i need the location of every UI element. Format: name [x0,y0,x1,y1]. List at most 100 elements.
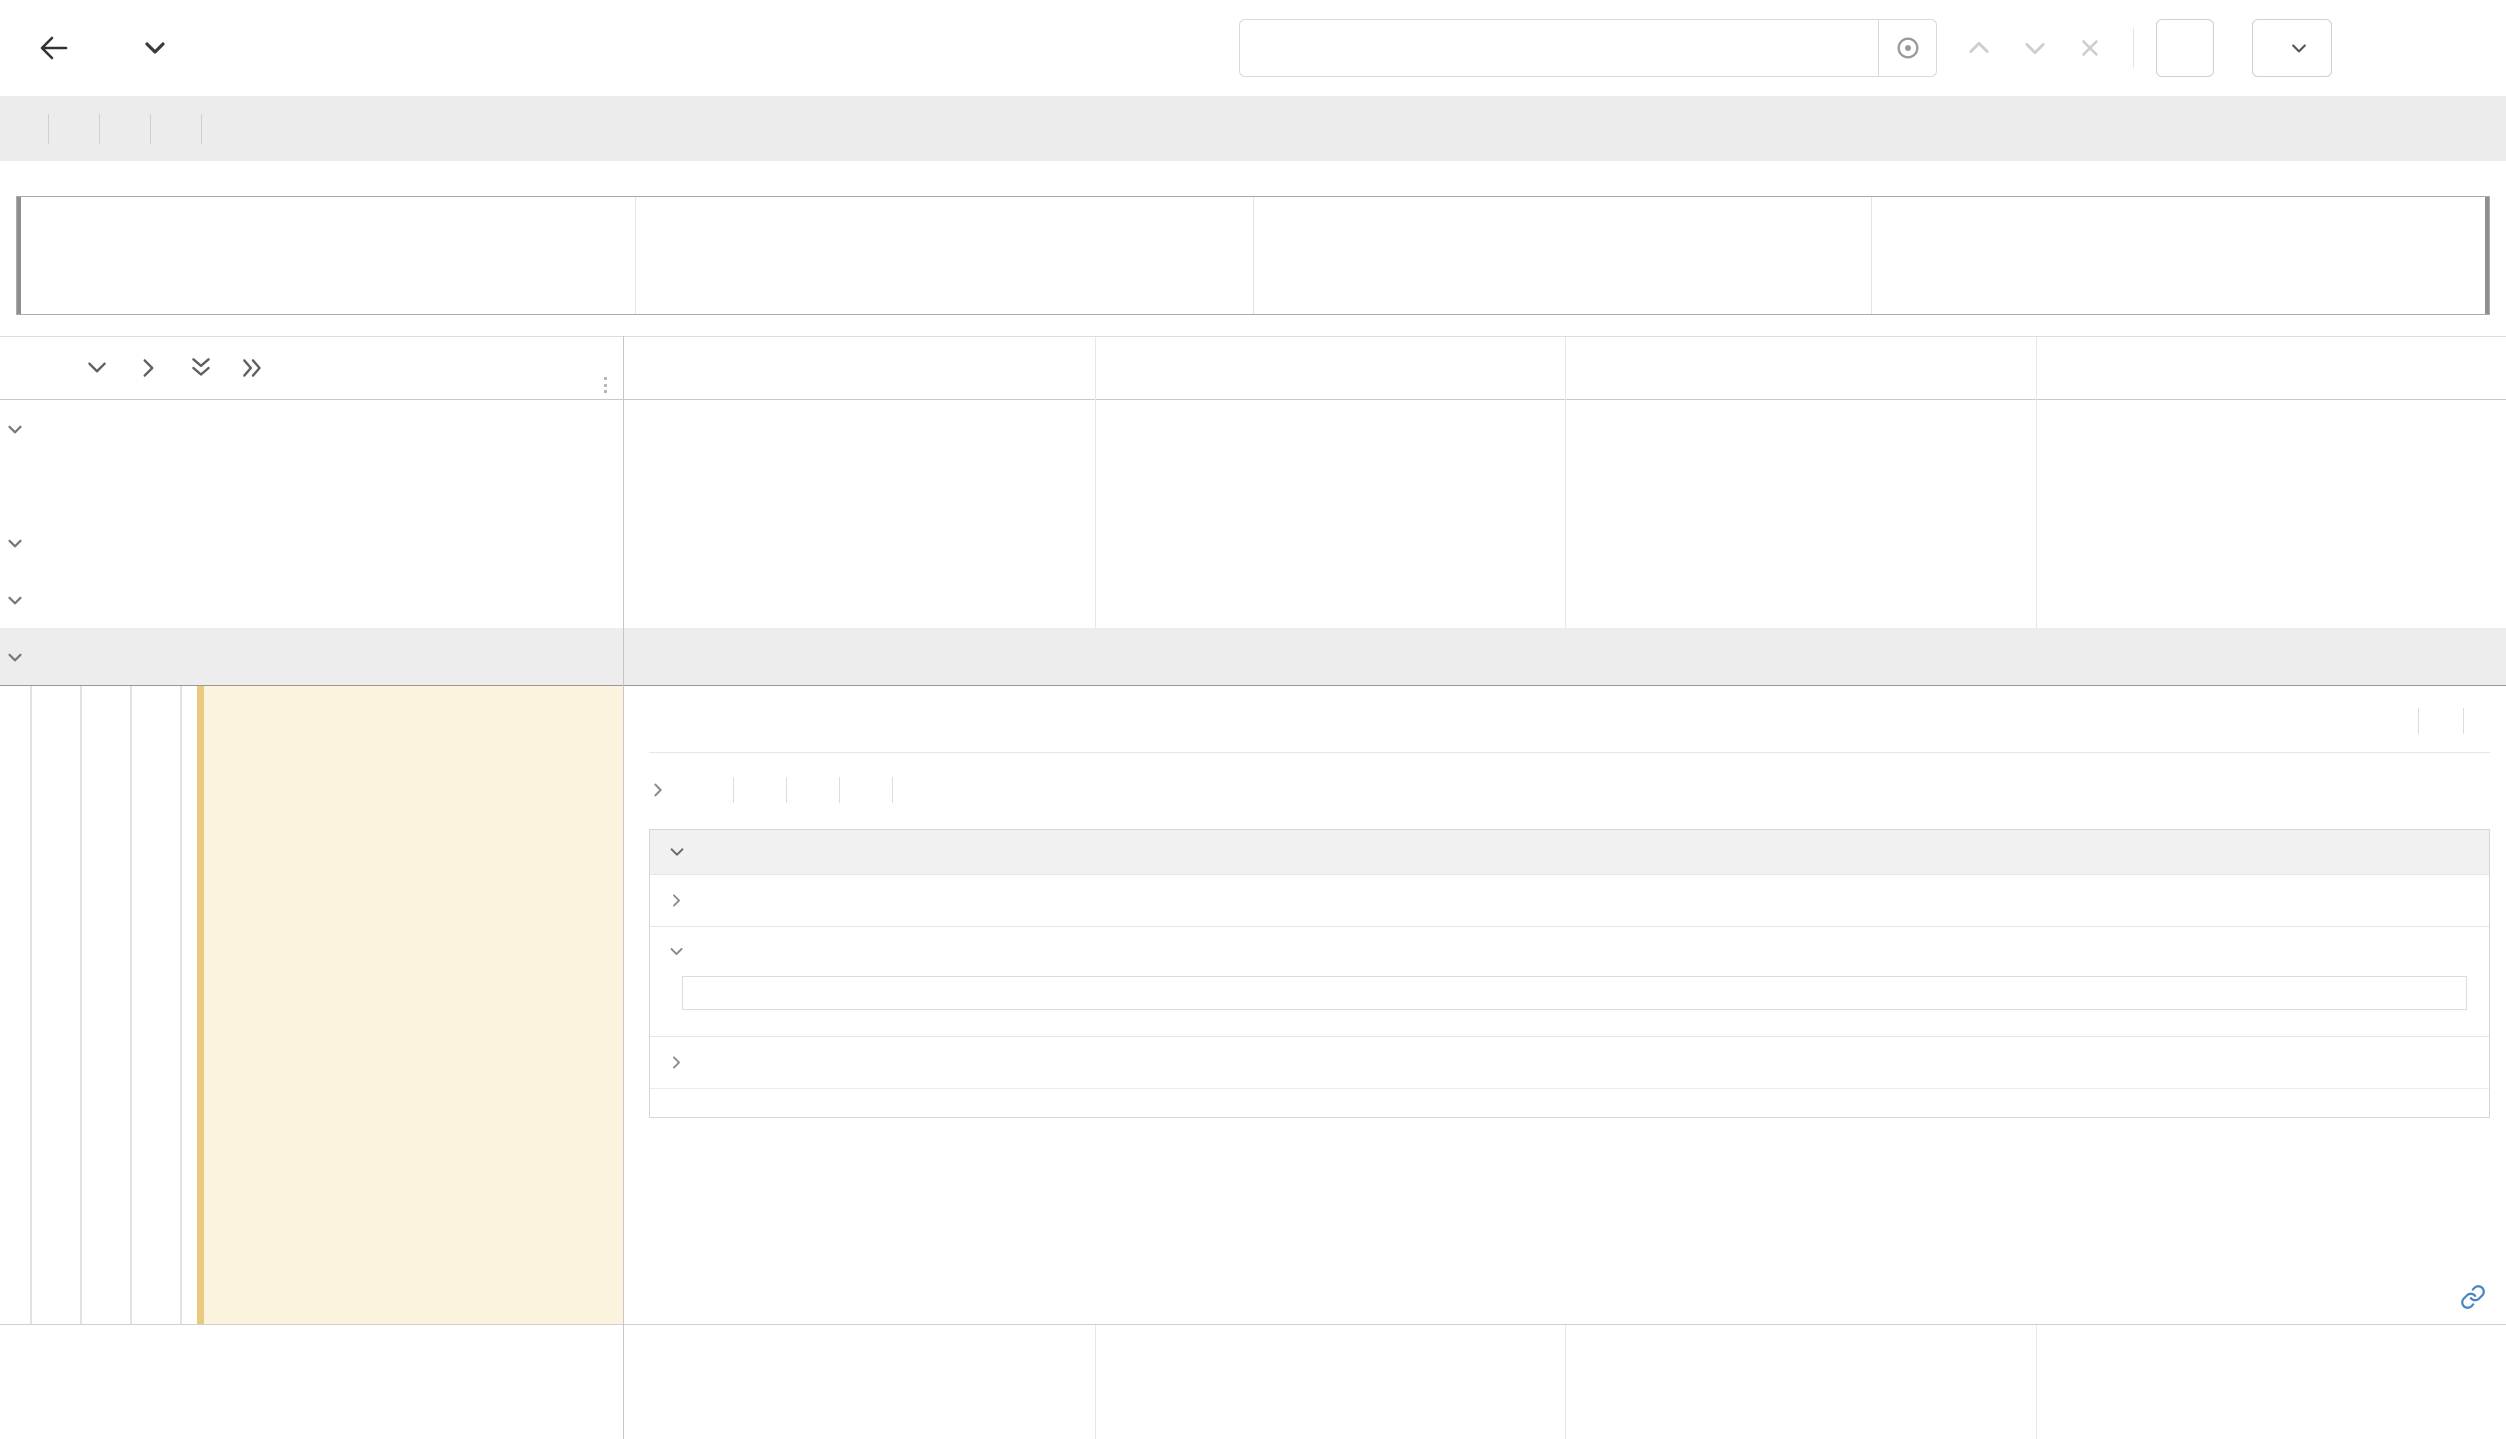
logs-section [649,829,2490,1118]
expand-all-icon[interactable] [240,355,266,381]
link-icon[interactable] [2460,1284,2486,1310]
span-tree-item[interactable] [0,400,623,457]
log-entry-expanded [650,926,2489,1036]
tag-item [911,777,927,803]
back-button[interactable] [28,22,80,74]
top-bar [0,0,2506,96]
tag-item [699,777,715,803]
logs-toggle[interactable] [650,830,2489,874]
span-row[interactable] [0,571,2506,628]
log-entry[interactable] [650,1036,2489,1088]
indent-guide [30,686,32,1324]
span-row-selected[interactable] [0,628,2506,685]
chevron-down-icon[interactable] [0,418,30,440]
service-color-swatch [30,416,37,442]
panel-resize-grip[interactable] [604,377,607,393]
find-match-icon[interactable] [1879,19,1937,77]
span-color-stripe [197,686,204,1324]
expand-one-icon[interactable] [136,355,162,381]
service-color-swatch [30,530,37,556]
minimap-scrubber-left[interactable] [17,197,21,314]
divider [839,777,840,803]
find-clear-icon[interactable] [2077,35,2103,61]
tag-item [805,777,821,803]
span-tree-item[interactable] [0,1325,623,1382]
chevron-right-icon [668,892,685,909]
span-track[interactable] [625,514,2506,571]
divider [733,777,734,803]
span-track[interactable] [625,400,2506,457]
minimap-canvas[interactable] [16,196,2490,315]
find-cluster [1239,0,2332,96]
minimap-gridline [1871,197,1872,314]
keyboard-shortcuts-button[interactable] [2156,19,2214,77]
minimap-gridline [1253,197,1254,314]
span-rows [0,400,2506,1439]
tag-item [752,777,768,803]
minimap-scrubber-right[interactable] [2485,197,2489,314]
indent-guide [180,686,182,1324]
span-detail-card [625,686,2506,1324]
span-highlight-fill [204,686,623,1324]
span-tree-item[interactable] [0,457,623,514]
chevron-right-icon [649,781,667,799]
minimap-axis [0,163,2506,196]
arrow-left-icon [36,30,72,66]
span-tree-item[interactable] [0,571,623,628]
collapse-title-chevron-icon[interactable] [138,31,172,65]
log-fields-table [682,976,2467,1010]
span-row[interactable] [0,400,2506,457]
timeline-gridline [1565,337,1566,400]
chevron-down-icon [668,843,686,861]
service-color-swatch [30,644,37,670]
span-row[interactable] [0,514,2506,571]
divider [48,114,49,144]
span-track[interactable] [625,457,2506,514]
trace-view-selector[interactable] [2252,19,2332,77]
minimap-gridline [635,197,636,314]
timeline-gridline [1095,337,1096,400]
timeline-gridline [2036,337,2037,400]
span-row[interactable] [0,1382,2506,1439]
chevron-down-icon[interactable] [0,589,30,611]
indent-guide [130,686,132,1324]
collapse-one-icon[interactable] [84,355,110,381]
log-entry-toggle[interactable] [668,943,2471,960]
span-track[interactable] [625,1325,2506,1382]
chevron-down-icon [2289,38,2309,58]
span-row[interactable] [0,457,2506,514]
collapse-all-icon[interactable] [188,355,214,381]
span-tree-item[interactable] [0,514,623,571]
panel-divider[interactable] [623,336,624,1439]
divider [892,777,893,803]
span-track[interactable] [625,628,2506,685]
divider [150,114,151,144]
timeline-header [0,336,2506,400]
service-color-swatch [30,473,37,499]
span-tree-item[interactable] [0,628,623,685]
divider [99,114,100,144]
find-prev-icon[interactable] [1965,34,1993,62]
divider [2133,28,2134,68]
span-track[interactable] [625,571,2506,628]
tags-toggle[interactable] [649,777,2490,803]
table-row [683,977,2467,1010]
service-color-swatch [30,1341,37,1367]
tag-item [858,777,874,803]
trace-summary-bar [0,96,2506,161]
find-input[interactable] [1239,19,1879,77]
find-next-icon[interactable] [2021,34,2049,62]
chevron-down-icon [668,943,685,960]
span-detail-indent [0,686,623,1324]
log-entry[interactable] [650,874,2489,926]
chevron-down-icon[interactable] [0,646,30,668]
timeline-header-left [0,337,623,399]
span-row[interactable] [0,1325,2506,1382]
span-tree-item[interactable] [0,1382,623,1439]
chevron-right-icon [668,1054,685,1071]
divider [2418,708,2419,734]
span-track[interactable] [625,1382,2506,1439]
span-id-row [2440,1284,2486,1310]
chevron-down-icon[interactable] [0,532,30,554]
span-detail-panel [0,685,2506,1325]
